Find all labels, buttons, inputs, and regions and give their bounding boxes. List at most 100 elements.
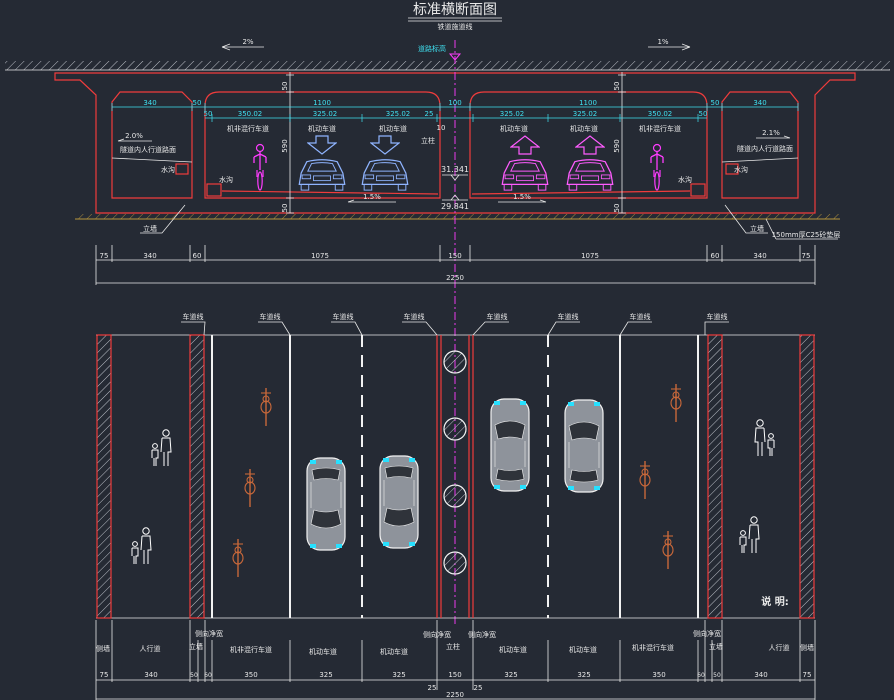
pedestrians-icon (131, 527, 152, 565)
vdim-right-mid: 590 (613, 139, 621, 152)
dim-r2-5: 325.02 (500, 110, 525, 118)
car-front-icon (566, 159, 614, 191)
plan-label-15: 人行道 (769, 643, 790, 652)
sdim-2: 60 (193, 252, 202, 260)
lane-line-leader (547, 321, 580, 336)
cross-section-drawing: 标准横断面图 铁道施道线 道路标高 2% 1% 50 590 50 50 590… (5, 2, 890, 700)
lane-line-label: 车道线 (630, 312, 651, 321)
elevation-road: 31.341 (441, 165, 469, 174)
sdim-8: 75 (802, 252, 811, 260)
direction-arrow-down-icon (370, 135, 400, 155)
right-bore (469, 91, 708, 199)
plan-dim-4: 350 (244, 671, 257, 679)
plan-total-width: 2250 (446, 691, 464, 699)
dim-r2-1: 350.02 (238, 110, 263, 118)
cross-section: 50 590 50 50 590 50 340 50 1100 100 1100… (5, 40, 890, 626)
cyclist-plan-icon (232, 538, 244, 578)
dim-r2-6: 325.02 (573, 110, 598, 118)
plan-dimensions: 侧墙 人行道 侧向净宽 立墙 机非混行车道 机动车道 机动车道 侧向净宽 立柱 … (95, 620, 816, 700)
section-total-width: 2250 (446, 274, 464, 282)
lane-line-label: 车道线 (183, 312, 204, 321)
column-icon (443, 417, 467, 441)
plan-label-2: 侧向净宽 (195, 629, 223, 638)
section-lane-2: 机动车道 (379, 124, 407, 133)
plan-dim-8: 325 (504, 671, 517, 679)
plan-label-16: 侧墙 (800, 643, 814, 652)
pedestrians-icon (754, 419, 775, 457)
lane-line-label: 车道线 (487, 312, 508, 321)
sdim-7: 340 (753, 252, 766, 260)
dim-r1-0: 340 (143, 99, 156, 107)
cyclist-plan-icon (260, 387, 272, 427)
left-bore (204, 91, 441, 199)
plan-dim-10: 350 (652, 671, 665, 679)
plan-label-1: 人行道 (140, 644, 161, 653)
elevation-base: 29.841 (441, 202, 469, 211)
plan-label-3: 立墙 (189, 642, 203, 651)
drain-label-left-bore: 水沟 (219, 175, 233, 184)
lane-line-leader (331, 321, 363, 336)
plan-half-offset-left: 25 (428, 684, 437, 692)
right-road-surface (471, 190, 691, 195)
lane-line-leader (472, 321, 509, 336)
column-icon (443, 350, 467, 374)
dim-r1-2: 1100 (313, 99, 331, 107)
sdim-4: 150 (448, 252, 461, 260)
cushion-label: 150mm厚C25砼垫层 (772, 230, 841, 239)
vdim-right-bottom: 50 (613, 204, 621, 213)
outer-wall-right (799, 334, 815, 619)
sidewalk-slope-left: 2.0% (125, 132, 143, 140)
dim-r2-2: 325.02 (313, 110, 338, 118)
dim-r2-4: 25 (425, 110, 434, 118)
notes-title: 说 明: (761, 595, 788, 608)
lane-line-label: 车道线 (558, 312, 579, 321)
section-lane-1: 机动车道 (308, 124, 336, 133)
drawing-title: 标准横断面图 (413, 2, 497, 18)
plan-dim-3: 60 (204, 672, 212, 679)
lane-line-leader (258, 321, 291, 336)
lane-line-label: 车道线 (707, 312, 728, 321)
slope-left-label: 2% (242, 38, 253, 46)
cyclist-plan-icon (670, 383, 682, 423)
section-lane-4: 机动车道 (570, 124, 598, 133)
car-front-icon (298, 159, 346, 191)
inner-wall-right (707, 334, 723, 619)
slope-right-label: 1% (657, 38, 668, 46)
right-sidewalk-surface (721, 157, 799, 163)
slope-right-arrow-icon (648, 43, 691, 51)
vdim-right-top: 50 (613, 82, 621, 91)
left-sidewalk-chamber (111, 91, 193, 199)
cyclist-icon (650, 143, 664, 191)
plan-dim-7: 150 (448, 671, 461, 679)
section-lane-5: 机非混行车道 (639, 124, 681, 133)
plan-label-11: 机动车道 (569, 645, 597, 654)
road-elevation-label: 道路标高 (418, 44, 446, 53)
sdim-0: 75 (100, 252, 109, 260)
dim-r1-6: 340 (753, 99, 766, 107)
top-label: 铁道施道线 (438, 22, 473, 31)
lane-line-leader (181, 321, 206, 336)
dim-r2-8: 50 (699, 110, 708, 118)
car-front-icon (361, 159, 409, 191)
center-dim: 10 (437, 124, 446, 132)
pedestrians-icon (739, 516, 760, 554)
base-cushion (75, 214, 840, 219)
left-drain (206, 183, 222, 197)
car-plan-icon (564, 399, 604, 493)
pedestrians-icon (151, 429, 172, 467)
vdim-left-top: 50 (281, 82, 289, 91)
ground-hatch (5, 61, 890, 70)
dim-row-2 (205, 114, 707, 122)
direction-arrow-down-icon (307, 135, 337, 155)
plan-dim-11: 60 (697, 672, 705, 679)
inner-wall-left (189, 334, 205, 619)
dim-r2-3: 325.02 (386, 110, 411, 118)
column-icon (443, 551, 467, 575)
lane-line-label: 车道线 (260, 312, 281, 321)
plan-dim-5: 325 (319, 671, 332, 679)
lane-line-leader (619, 321, 652, 336)
plan-label-8: 立柱 (446, 642, 460, 651)
plan-view: 车道线 车道线 车道线 车道线 车道线 车道线 车道线 车道线 说 明: (96, 312, 815, 619)
plan-dim-13: 340 (754, 671, 767, 679)
plan-dim-1: 340 (144, 671, 157, 679)
